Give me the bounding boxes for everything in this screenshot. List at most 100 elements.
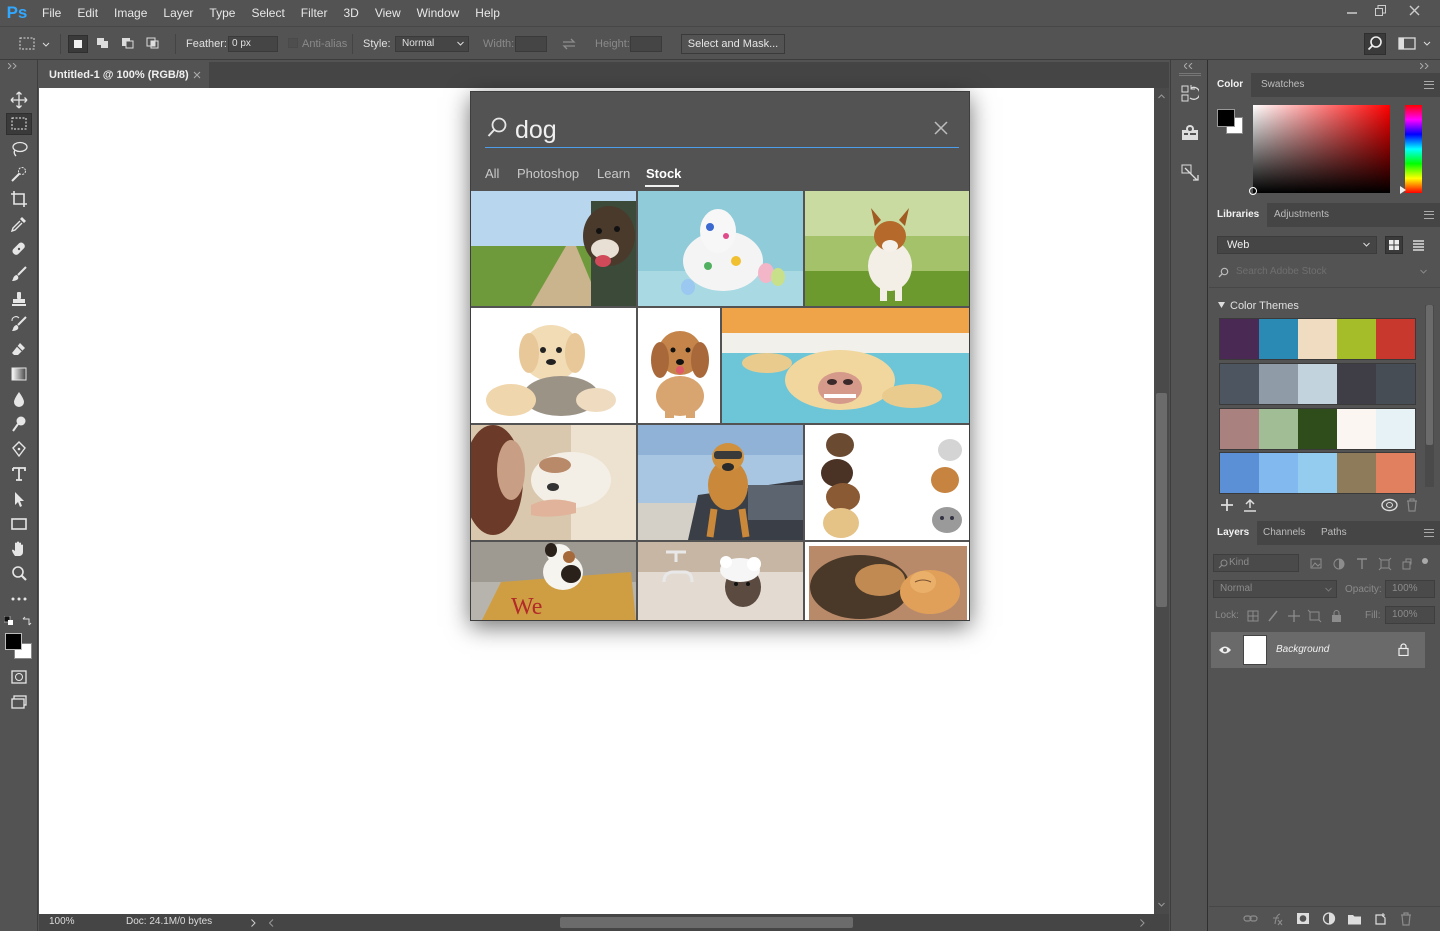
tab-channels[interactable]: Channels: [1255, 521, 1313, 545]
libraries-scrollbar[interactable]: [1425, 305, 1434, 487]
add-mask-icon[interactable]: [1296, 912, 1310, 925]
hue-slider[interactable]: [1400, 105, 1422, 194]
eye-icon[interactable]: [1218, 645, 1232, 655]
theme-swatch[interactable]: [1220, 319, 1259, 359]
stock-thumbnail[interactable]: [805, 191, 969, 306]
scroll-left-icon[interactable]: [269, 919, 274, 927]
panel-menu-icon[interactable]: [1424, 529, 1434, 537]
restore-button[interactable]: [1364, 0, 1396, 20]
menu-file[interactable]: File: [34, 0, 69, 26]
vertical-scroll-thumb[interactable]: [1156, 393, 1167, 607]
close-window-button[interactable]: [1398, 0, 1430, 20]
stock-thumbnail[interactable]: [471, 308, 636, 423]
color-theme-row[interactable]: [1219, 452, 1416, 494]
tab-photoshop[interactable]: Photoshop: [517, 166, 579, 181]
theme-swatch[interactable]: [1220, 409, 1259, 449]
fill-input[interactable]: 100%: [1385, 606, 1435, 624]
pen-tool[interactable]: [6, 438, 32, 460]
history-panel-button[interactable]: [1181, 84, 1199, 104]
link-layers-icon[interactable]: [1243, 913, 1259, 925]
layer-filter-select[interactable]: Kind: [1213, 554, 1299, 572]
document-tab[interactable]: Untitled-1 @ 100% (RGB/8): [39, 62, 209, 88]
properties-panel-button[interactable]: [1181, 124, 1199, 142]
tab-layers[interactable]: Layers: [1209, 521, 1258, 545]
scroll-down-icon[interactable]: [1158, 902, 1165, 907]
theme-swatch[interactable]: [1337, 364, 1376, 404]
history-brush-tool[interactable]: [6, 313, 32, 335]
intersect-selection-button[interactable]: [144, 35, 162, 51]
add-library-element-button[interactable]: [1220, 498, 1234, 512]
theme-swatch[interactable]: [1220, 453, 1259, 493]
hue-slider-handle[interactable]: [1400, 186, 1406, 194]
rectangle-tool[interactable]: [6, 513, 32, 535]
menu-help[interactable]: Help: [467, 0, 508, 26]
quick-selection-tool[interactable]: [6, 163, 32, 185]
theme-swatch[interactable]: [1298, 319, 1337, 359]
screen-mode-button[interactable]: [6, 691, 32, 713]
menu-3d[interactable]: 3D: [335, 0, 366, 26]
collapse-dock-icon[interactable]: [1420, 63, 1430, 69]
quick-mask-button[interactable]: [6, 666, 32, 688]
subtract-from-selection-button[interactable]: [119, 35, 137, 51]
list-view-button[interactable]: [1410, 237, 1426, 253]
height-input[interactable]: [630, 36, 662, 52]
theme-swatch[interactable]: [1337, 409, 1376, 449]
folder-icon[interactable]: [1347, 912, 1362, 925]
dodge-tool[interactable]: [6, 413, 32, 435]
tab-all[interactable]: All: [485, 166, 499, 181]
theme-swatch[interactable]: [1298, 364, 1337, 404]
menu-filter[interactable]: Filter: [293, 0, 336, 26]
theme-swatch[interactable]: [1376, 453, 1415, 493]
move-tool[interactable]: [6, 89, 32, 111]
collapse-strip-icon[interactable]: [1184, 63, 1194, 69]
tab-libraries[interactable]: Libraries: [1209, 203, 1268, 227]
scroll-right-icon[interactable]: [1140, 919, 1145, 927]
color-theme-row[interactable]: [1219, 363, 1416, 405]
libraries-scroll-thumb[interactable]: [1426, 305, 1433, 445]
opacity-input[interactable]: 100%: [1385, 580, 1435, 598]
blur-tool[interactable]: [6, 388, 32, 410]
swap-width-height-button[interactable]: [561, 37, 577, 51]
tab-color[interactable]: Color: [1209, 73, 1252, 97]
color-themes-header[interactable]: Color Themes: [1218, 300, 1299, 312]
blend-mode-select[interactable]: Normal: [1213, 580, 1337, 598]
fx-icon[interactable]: [1270, 912, 1284, 926]
filter-type-icons[interactable]: [1309, 557, 1429, 571]
stock-search-field[interactable]: Search Adobe Stock: [1217, 263, 1432, 281]
theme-swatch[interactable]: [1259, 319, 1298, 359]
width-input[interactable]: [515, 36, 547, 52]
eraser-tool[interactable]: [6, 338, 32, 360]
upload-button[interactable]: [1243, 498, 1257, 512]
menu-type[interactable]: Type: [201, 0, 243, 26]
close-tab-icon[interactable]: [193, 71, 201, 79]
stock-thumbnail[interactable]: [638, 191, 803, 306]
style-select[interactable]: Normal: [395, 36, 469, 52]
stock-thumbnail[interactable]: [638, 542, 803, 620]
crop-tool[interactable]: [6, 188, 32, 210]
horizontal-scroll-thumb[interactable]: [560, 917, 853, 928]
panel-menu-icon[interactable]: [1424, 81, 1434, 89]
antialias-checkbox[interactable]: [288, 38, 298, 48]
lock-icon[interactable]: [1398, 643, 1409, 656]
panel-menu-icon[interactable]: [1424, 211, 1434, 219]
workspace-switcher[interactable]: [1398, 36, 1434, 52]
search-button[interactable]: [1364, 33, 1386, 55]
theme-swatch[interactable]: [1376, 319, 1415, 359]
gradient-tool[interactable]: [6, 363, 32, 385]
default-colors-button[interactable]: [4, 616, 14, 626]
tab-paths[interactable]: Paths: [1313, 521, 1355, 545]
adjustment-layer-icon[interactable]: [1322, 912, 1336, 925]
path-selection-tool[interactable]: [6, 488, 32, 510]
clone-stamp-tool[interactable]: [6, 288, 32, 310]
color-picker-handle[interactable]: [1249, 187, 1257, 195]
library-select[interactable]: Web: [1217, 236, 1377, 254]
trash-icon[interactable]: [1400, 912, 1412, 926]
theme-swatch[interactable]: [1259, 364, 1298, 404]
new-selection-button[interactable]: [68, 35, 88, 53]
delete-library-item-button[interactable]: [1406, 498, 1418, 512]
layer-name[interactable]: Background: [1276, 644, 1329, 655]
stock-thumbnail[interactable]: [805, 542, 969, 620]
stock-thumbnail[interactable]: [638, 425, 803, 540]
theme-swatch[interactable]: [1259, 409, 1298, 449]
stock-thumbnail[interactable]: [471, 191, 636, 306]
